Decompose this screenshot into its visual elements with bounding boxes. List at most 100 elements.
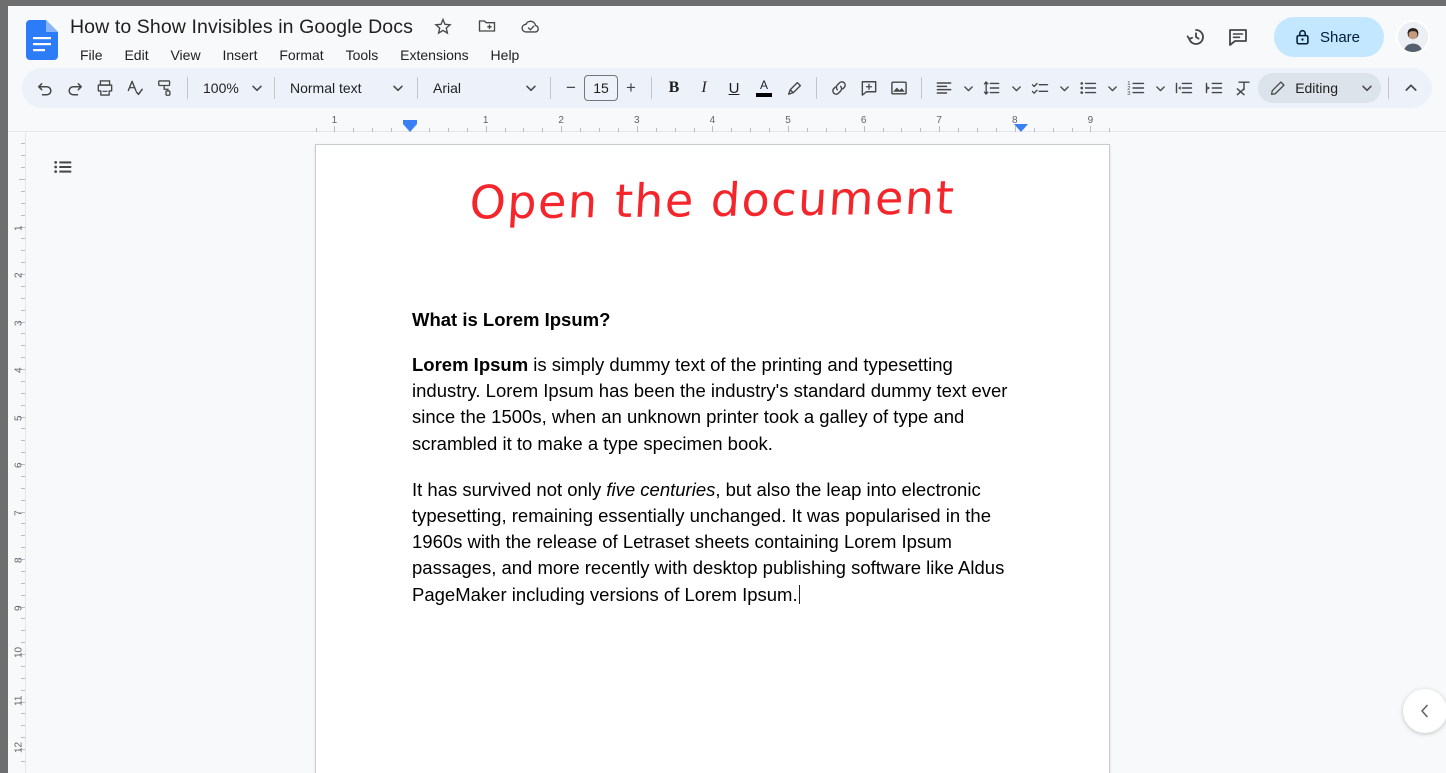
zoom-control[interactable]: 100% xyxy=(195,73,267,103)
ruler-label: 6 xyxy=(14,459,25,468)
redo-icon[interactable] xyxy=(60,73,90,103)
highlight-pen-icon[interactable] xyxy=(779,73,809,103)
numbered-list-chevron-down-icon[interactable] xyxy=(1151,73,1169,103)
ruler-label: 2 xyxy=(14,269,25,278)
menu-item-file[interactable]: File xyxy=(72,44,111,66)
toolbar-divider xyxy=(274,77,275,99)
google-docs-logo-icon[interactable] xyxy=(26,20,58,60)
ruler-label: 5 xyxy=(14,412,25,421)
horizontal-ruler-ticks: 1123456789 xyxy=(8,114,1446,132)
bulleted-list-chevron-down-icon[interactable] xyxy=(1103,73,1121,103)
ruler-label: 7 xyxy=(14,507,25,516)
menu-item-insert[interactable]: Insert xyxy=(214,44,265,66)
horizontal-ruler[interactable]: 1123456789 xyxy=(8,114,1446,132)
add-comment-icon[interactable] xyxy=(854,73,884,103)
cloud-saved-icon[interactable] xyxy=(520,16,542,38)
underline-button[interactable]: U xyxy=(719,73,749,103)
toolbar-divider xyxy=(417,77,418,99)
decrease-indent-icon[interactable] xyxy=(1169,73,1199,103)
menu-item-tools[interactable]: Tools xyxy=(338,44,387,66)
increase-font-size-button[interactable]: + xyxy=(618,73,644,103)
ruler-tick xyxy=(21,143,25,144)
ruler-tick xyxy=(21,310,25,311)
spellcheck-icon[interactable] xyxy=(120,73,150,103)
ruler-label: 11 xyxy=(14,697,25,706)
italic-label: I xyxy=(701,79,706,97)
menu-item-view[interactable]: View xyxy=(162,44,208,66)
document-body-area: 123456789101112 Open the document What i… xyxy=(8,132,1446,773)
ruler-label: 10 xyxy=(14,649,25,658)
clear-formatting-icon[interactable] xyxy=(1229,73,1259,103)
ruler-tick xyxy=(21,167,25,168)
collapse-toolbar-chevron-up-icon[interactable] xyxy=(1396,73,1426,103)
checklist-icon[interactable] xyxy=(1025,73,1055,103)
ruler-tick xyxy=(21,428,25,429)
insert-image-icon[interactable] xyxy=(884,73,914,103)
ruler-tick xyxy=(21,725,25,726)
menu-item-edit[interactable]: Edit xyxy=(116,44,156,66)
share-button-label: Share xyxy=(1320,29,1360,46)
text-cursor-caret xyxy=(799,585,801,604)
undo-icon[interactable] xyxy=(30,73,60,103)
ruler-tick xyxy=(21,761,25,762)
menu-item-help[interactable]: Help xyxy=(483,44,528,66)
ruler-tick xyxy=(21,155,25,156)
paragraph-2-italic-phrase: five centuries xyxy=(606,479,715,500)
ruler-label: 6 xyxy=(861,115,867,126)
text-color-button[interactable]: A xyxy=(749,73,779,103)
editing-mode-dropdown[interactable]: Editing xyxy=(1258,73,1381,103)
comment-history-icon[interactable] xyxy=(1218,17,1258,57)
left-indent-marker[interactable] xyxy=(403,124,417,132)
ruler-tick xyxy=(21,690,25,691)
bulleted-list-icon[interactable] xyxy=(1073,73,1103,103)
font-family-dropdown[interactable]: Arial xyxy=(425,73,543,103)
document-title[interactable]: How to Show Invisibles in Google Docs xyxy=(70,14,413,40)
ruler-label: 9 xyxy=(14,602,25,611)
ruler-label: 3 xyxy=(14,317,25,326)
toolbar-divider xyxy=(816,77,817,99)
editing-mode-label: Editing xyxy=(1295,80,1338,96)
document-page[interactable]: Open the document What is Lorem Ipsum? L… xyxy=(315,144,1110,773)
ruler-label: 4 xyxy=(710,115,716,126)
align-left-icon[interactable] xyxy=(929,73,959,103)
paragraph-style-dropdown[interactable]: Normal text xyxy=(282,73,410,103)
ruler-tick xyxy=(21,238,25,239)
mode-area: Editing xyxy=(1258,68,1426,108)
decrease-font-size-button[interactable]: − xyxy=(558,73,584,103)
user-avatar[interactable] xyxy=(1396,20,1430,54)
ruler-label: 12 xyxy=(14,744,25,753)
version-history-icon[interactable] xyxy=(1176,17,1216,57)
bold-button[interactable]: B xyxy=(659,73,689,103)
line-spacing-icon[interactable] xyxy=(977,73,1007,103)
print-icon[interactable] xyxy=(90,73,120,103)
line-spacing-chevron-down-icon[interactable] xyxy=(1007,73,1025,103)
menu-item-format[interactable]: Format xyxy=(271,44,331,66)
page-content: Open the document What is Lorem Ipsum? L… xyxy=(316,145,1109,608)
ruler-tick xyxy=(21,345,25,346)
share-button[interactable]: Share xyxy=(1274,17,1384,57)
italic-button[interactable]: I xyxy=(689,73,719,103)
paragraph-style-value: Normal text xyxy=(290,80,362,96)
vertical-ruler[interactable]: 123456789101112 xyxy=(8,132,26,773)
ruler-label: 1 xyxy=(332,115,338,126)
ruler-tick xyxy=(21,535,25,536)
right-indent-marker[interactable] xyxy=(1014,124,1028,132)
increase-indent-icon[interactable] xyxy=(1199,73,1229,103)
font-size-input[interactable]: 15 xyxy=(584,75,618,101)
insert-link-icon[interactable] xyxy=(824,73,854,103)
star-icon[interactable] xyxy=(433,16,455,38)
numbered-list-icon[interactable]: 123 xyxy=(1121,73,1151,103)
side-panel-expand-button[interactable] xyxy=(1403,689,1446,733)
document-outline-icon[interactable] xyxy=(46,150,80,184)
font-family-value: Arial xyxy=(433,80,461,96)
bold-label: B xyxy=(669,79,680,97)
toolbar-divider xyxy=(1388,77,1389,99)
lock-icon xyxy=(1294,28,1311,46)
align-dropdown-chevron-down-icon[interactable] xyxy=(959,73,977,103)
ruler-tick xyxy=(21,488,25,489)
move-to-folder-icon[interactable] xyxy=(477,16,499,38)
ruler-label: 8 xyxy=(14,554,25,563)
menu-item-extensions[interactable]: Extensions xyxy=(392,44,476,66)
paint-format-icon[interactable] xyxy=(150,73,180,103)
checklist-chevron-down-icon[interactable] xyxy=(1055,73,1073,103)
